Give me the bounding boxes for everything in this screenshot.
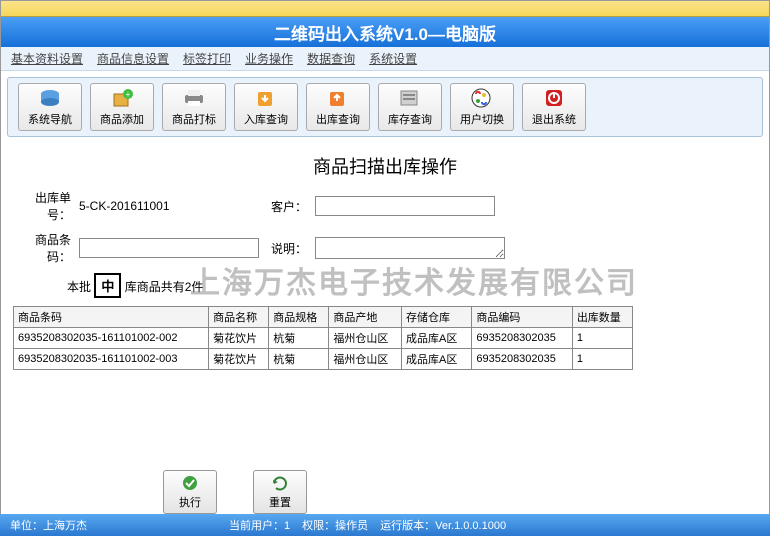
content-area: 商品扫描出库操作 出库单号： 5-CK-201611001 客户： 商品条码： … bbox=[1, 143, 769, 518]
nav-button[interactable]: 系统导航 bbox=[18, 83, 82, 131]
execute-button[interactable]: 执行 bbox=[163, 470, 217, 514]
exit-icon bbox=[541, 87, 567, 109]
add-button[interactable]: +商品添加 bbox=[90, 83, 154, 131]
add-icon: + bbox=[109, 87, 135, 109]
row-order: 出库单号： 5-CK-201611001 客户： bbox=[13, 189, 757, 223]
toolbar: 系统导航 +商品添加 商品打标 入库查询 出库查询 库存查询 用户切换 退出系统 bbox=[7, 77, 763, 137]
out-query-button[interactable]: 出库查询 bbox=[306, 83, 370, 131]
nav-icon bbox=[37, 87, 63, 109]
row-barcode: 商品条码： 说明： bbox=[13, 231, 757, 265]
menu-product[interactable]: 商品信息设置 bbox=[97, 50, 169, 67]
table-row[interactable]: 6935208302035-161101002-002菊花饮片杭菊福州仓山区成品… bbox=[14, 328, 633, 349]
stock-query-button[interactable]: 库存查询 bbox=[378, 83, 442, 131]
print-icon bbox=[181, 87, 207, 109]
section-title: 商品扫描出库操作 bbox=[13, 147, 757, 189]
customer-input[interactable] bbox=[315, 196, 495, 216]
out-icon bbox=[325, 87, 351, 109]
desc-input[interactable] bbox=[315, 237, 505, 259]
svg-text:+: + bbox=[126, 90, 131, 99]
table-header: 商品条码 商品名称 商品规格 商品产地 存储仓库 商品编码 出库数量 bbox=[14, 307, 633, 328]
barcode-input[interactable] bbox=[79, 238, 259, 258]
desc-label: 说明： bbox=[267, 240, 307, 257]
barcode-label: 商品条码： bbox=[13, 231, 71, 265]
menu-query[interactable]: 数据查询 bbox=[307, 50, 355, 67]
in-icon bbox=[253, 87, 279, 109]
order-value: 5-CK-201611001 bbox=[79, 199, 259, 213]
user-switch-button[interactable]: 用户切换 bbox=[450, 83, 514, 131]
status-ver: Ver.1.0.0.1000 bbox=[435, 520, 506, 532]
action-row: 执行 重置 bbox=[13, 470, 757, 514]
status-unit: 上海万杰 bbox=[43, 520, 87, 532]
status-bar: 单位：上海万杰 当前用户：1 权限：操作员 运行版本：Ver.1.0.0.100… bbox=[0, 514, 770, 536]
execute-icon bbox=[180, 474, 200, 492]
in-query-button[interactable]: 入库查询 bbox=[234, 83, 298, 131]
user-icon bbox=[469, 87, 495, 109]
menu-bar: 基本资料设置 商品信息设置 标签打印 业务操作 数据查询 系统设置 bbox=[1, 47, 769, 71]
customer-label: 客户： bbox=[267, 198, 307, 215]
menu-business[interactable]: 业务操作 bbox=[245, 50, 293, 67]
stock-icon bbox=[397, 87, 423, 109]
app-title: 二维码出入系统V1.0—电脑版 bbox=[274, 20, 496, 45]
print-button[interactable]: 商品打标 bbox=[162, 83, 226, 131]
menu-label[interactable]: 标签打印 bbox=[183, 50, 231, 67]
reset-icon bbox=[270, 474, 290, 492]
summary-count-box: 中 bbox=[94, 273, 121, 298]
status-user: 1 bbox=[284, 520, 290, 532]
order-label: 出库单号： bbox=[13, 189, 71, 223]
menu-system[interactable]: 系统设置 bbox=[369, 50, 417, 67]
exit-button[interactable]: 退出系统 bbox=[522, 83, 586, 131]
table-row[interactable]: 6935208302035-161101002-003菊花饮片杭菊福州仓山区成品… bbox=[14, 349, 633, 370]
title-bar: 二维码出入系统V1.0—电脑版 bbox=[1, 17, 769, 47]
status-perm: 操作员 bbox=[335, 520, 368, 532]
menu-basic[interactable]: 基本资料设置 bbox=[11, 50, 83, 67]
data-table: 商品条码 商品名称 商品规格 商品产地 存储仓库 商品编码 出库数量 69352… bbox=[13, 306, 633, 370]
reset-button[interactable]: 重置 bbox=[253, 470, 307, 514]
window-top-bar bbox=[1, 1, 769, 17]
summary-line: 本批 中 库商品共有2件 bbox=[67, 273, 757, 298]
